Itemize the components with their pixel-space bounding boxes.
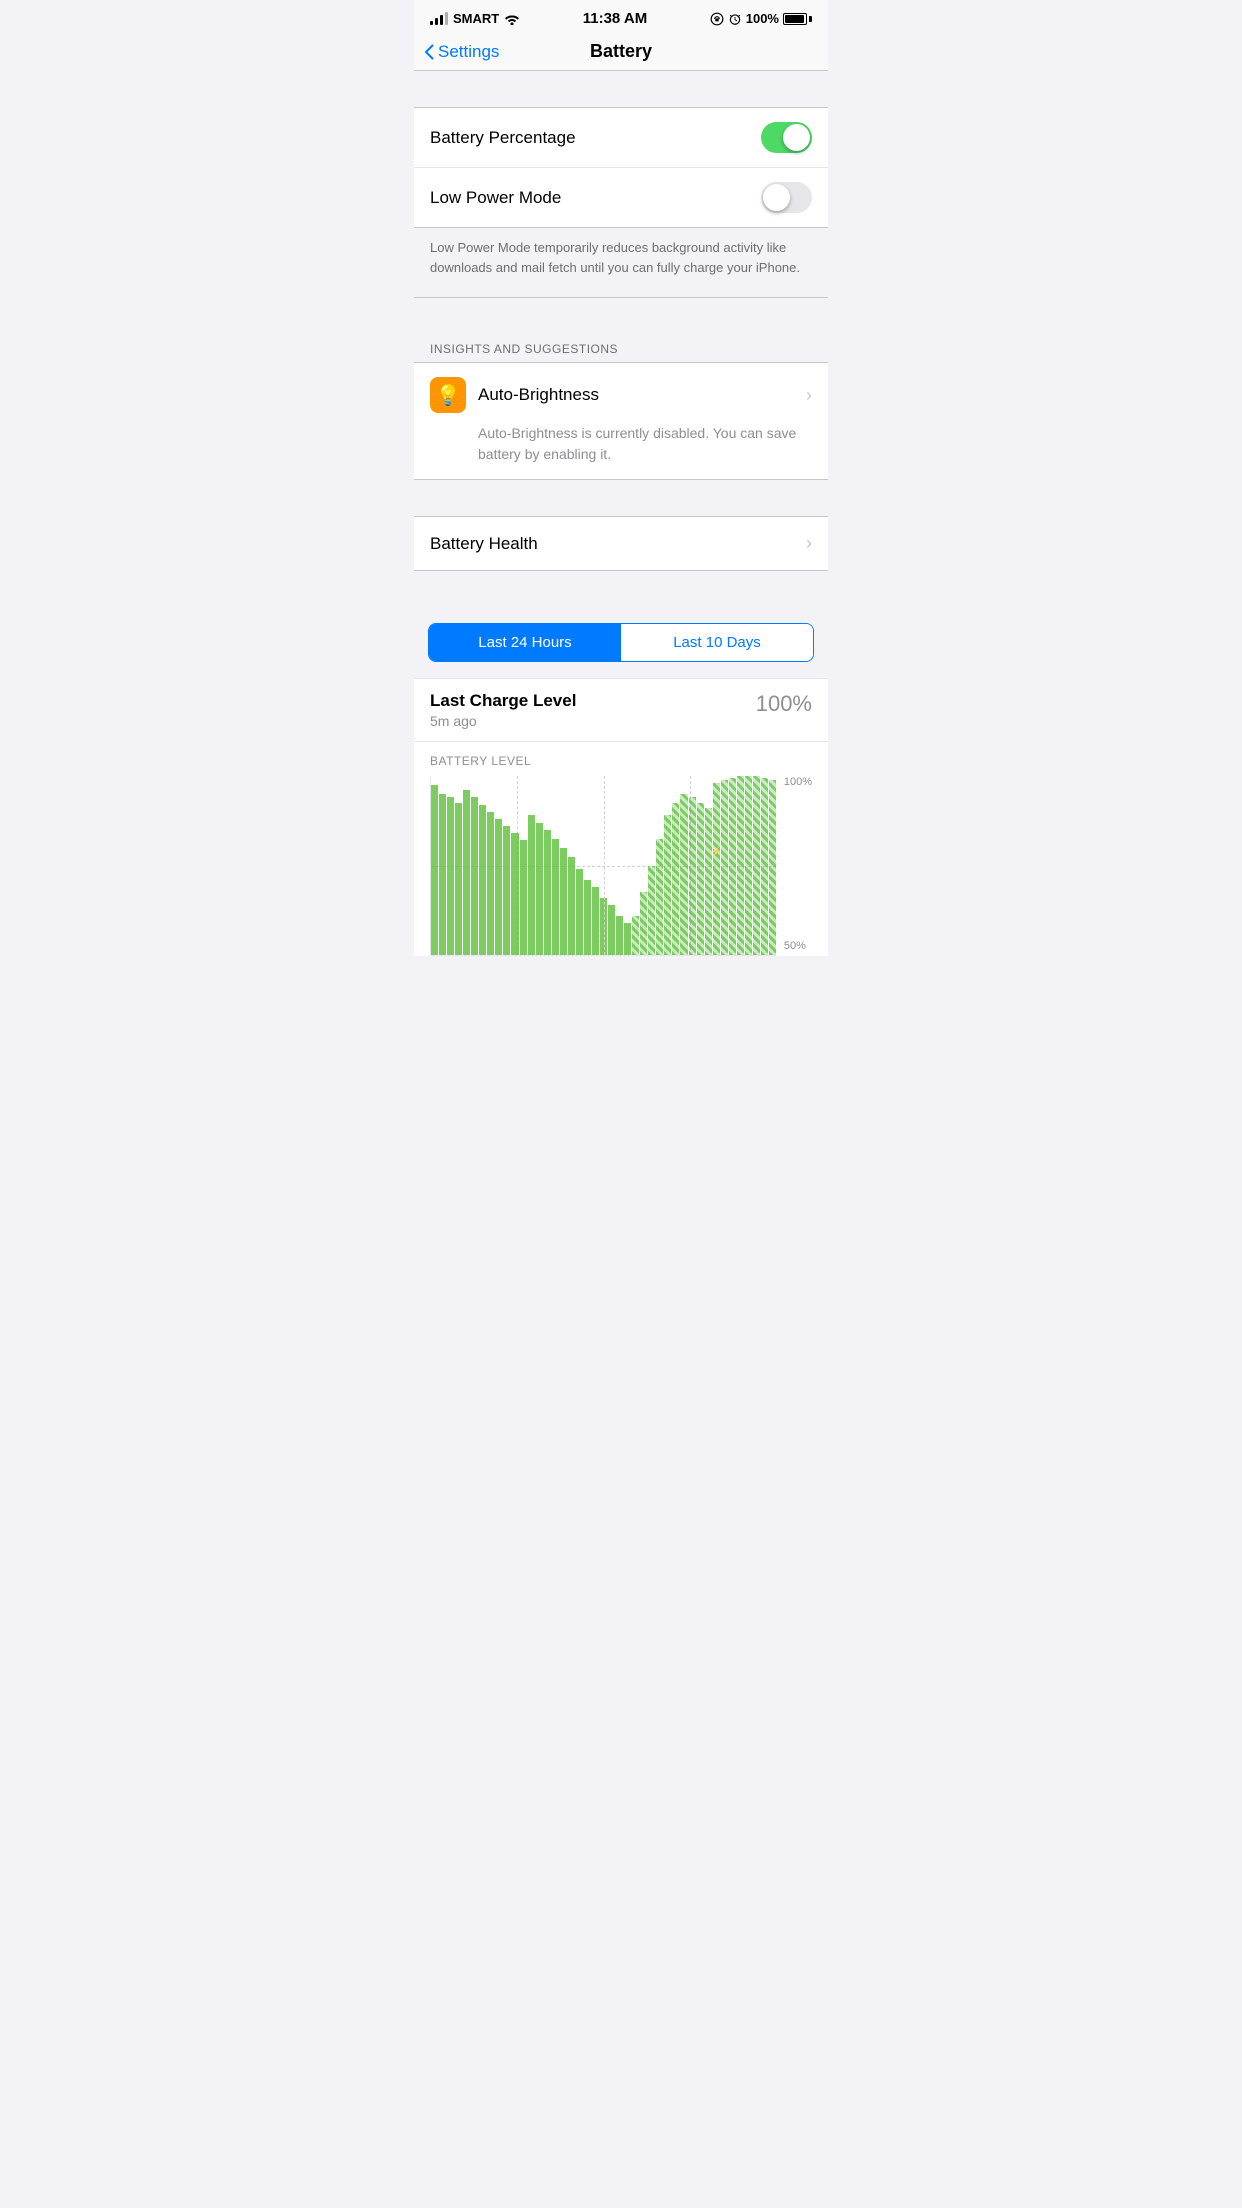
bar-4: [455, 803, 462, 955]
bar-30: [664, 815, 671, 955]
bar-27: [640, 892, 647, 955]
section-gap-3: [414, 480, 828, 516]
carrier-label: SMART: [453, 11, 499, 26]
bar-18: [568, 857, 575, 955]
navigation-bar: Settings Battery: [414, 33, 828, 71]
battery-percentage-label-text: Battery Percentage: [430, 128, 576, 148]
auto-brightness-description: Auto-Brightness is currently disabled. Y…: [430, 423, 812, 465]
bar-15: [544, 830, 551, 955]
bar-7: [479, 805, 486, 955]
last-10-days-button[interactable]: Last 10 Days: [621, 624, 813, 661]
bar-6: [471, 797, 478, 955]
wifi-icon: [504, 13, 520, 25]
bar-20: [584, 880, 591, 955]
auto-brightness-row[interactable]: 💡 Auto-Brightness › Auto-Brightness is c…: [414, 362, 828, 480]
back-label: Settings: [438, 42, 499, 62]
chart-y-labels: 100% 50%: [784, 776, 812, 956]
bar-10: [503, 826, 510, 955]
charge-level-percentage: 100%: [756, 691, 812, 717]
battery-percentage-row: Battery Percentage: [414, 108, 828, 167]
bar-28: [648, 866, 655, 956]
low-power-description: Low Power Mode temporarily reduces backg…: [414, 228, 828, 298]
battery-level-chart: 100% 50%: [430, 776, 812, 956]
bar-13: [528, 815, 535, 955]
bar-23: [608, 905, 615, 955]
bar-12: [520, 840, 527, 955]
low-power-mode-label: Low Power Mode: [430, 188, 561, 208]
bar-2: [439, 794, 446, 955]
battery-percentage-label: 100%: [746, 11, 779, 26]
chart-y-50: 50%: [784, 940, 812, 952]
bar-11: [511, 833, 518, 955]
bar-43: [769, 780, 776, 955]
bar-25: [624, 923, 631, 955]
section-gap-1: [414, 71, 828, 107]
content-area: Battery Percentage Low Power Mode Low Po…: [414, 71, 828, 956]
signal-bars-icon: [430, 12, 448, 25]
bar-35: [705, 808, 712, 955]
bar-1: [431, 785, 438, 955]
brightness-icon: 💡: [430, 377, 466, 413]
bar-31: [672, 803, 679, 955]
low-power-mode-row: Low Power Mode: [414, 167, 828, 227]
bar-22: [600, 898, 607, 955]
last-charge-level-row: Last Charge Level 5m ago 100%: [414, 678, 828, 741]
bar-37: [721, 780, 728, 955]
bar-14: [536, 823, 543, 955]
bar-8: [487, 812, 494, 955]
battery-percentage-toggle[interactable]: [761, 122, 812, 153]
time-segment-control[interactable]: Last 24 Hours Last 10 Days: [428, 623, 814, 662]
suggestion-left: 💡 Auto-Brightness: [430, 377, 599, 413]
charge-level-left: Last Charge Level 5m ago: [430, 691, 576, 729]
bar-40: [745, 776, 752, 955]
chart-y-100: 100%: [784, 776, 812, 788]
battery-level-section: BATTERY LEVEL 100% 50%: [414, 741, 828, 956]
bar-5: [463, 790, 470, 955]
bar-42: [761, 778, 768, 955]
bar-34: [697, 803, 704, 955]
status-right: 100%: [710, 11, 812, 26]
bar-36-charging: ⚡: [713, 783, 720, 955]
alarm-icon: [728, 12, 742, 26]
bar-38: [729, 778, 736, 955]
bar-9: [495, 819, 502, 955]
bar-33: [689, 797, 696, 955]
battery-level-header: BATTERY LEVEL: [430, 754, 812, 768]
bar-29: [656, 839, 663, 955]
bar-26: [632, 916, 639, 955]
battery-status-icon: [783, 13, 812, 25]
bar-17: [560, 848, 567, 955]
bar-24: [616, 916, 623, 955]
page-title: Battery: [590, 41, 652, 62]
section-gap-4: [414, 571, 828, 607]
bar-21: [592, 887, 599, 955]
status-time: 11:38 AM: [583, 10, 647, 27]
chevron-right-icon: ›: [806, 385, 812, 406]
low-power-mode-toggle[interactable]: [761, 182, 812, 213]
charge-level-title: Last Charge Level: [430, 691, 576, 711]
insights-section-header: INSIGHTS AND SUGGESTIONS: [414, 334, 828, 362]
battery-health-row[interactable]: Battery Health ›: [414, 516, 828, 571]
bar-19: [576, 869, 583, 955]
status-left: SMART: [430, 11, 520, 26]
chart-bars-area: ⚡: [430, 776, 776, 956]
rotation-lock-icon: [710, 12, 724, 26]
bar-32: [680, 794, 687, 955]
bar-39: [737, 776, 744, 955]
toggles-section: Battery Percentage Low Power Mode: [414, 107, 828, 228]
bar-16: [552, 839, 559, 955]
auto-brightness-title: Auto-Brightness: [478, 385, 599, 405]
bar-3: [447, 797, 454, 955]
back-button[interactable]: Settings: [424, 42, 499, 62]
battery-health-label: Battery Health: [430, 534, 538, 554]
status-bar: SMART 11:38 AM 100%: [414, 0, 828, 33]
section-gap-2: [414, 298, 828, 334]
bar-41: [753, 776, 760, 955]
last-24-hours-button[interactable]: Last 24 Hours: [429, 624, 621, 661]
battery-health-chevron-icon: ›: [806, 533, 812, 554]
charge-level-time: 5m ago: [430, 713, 576, 729]
